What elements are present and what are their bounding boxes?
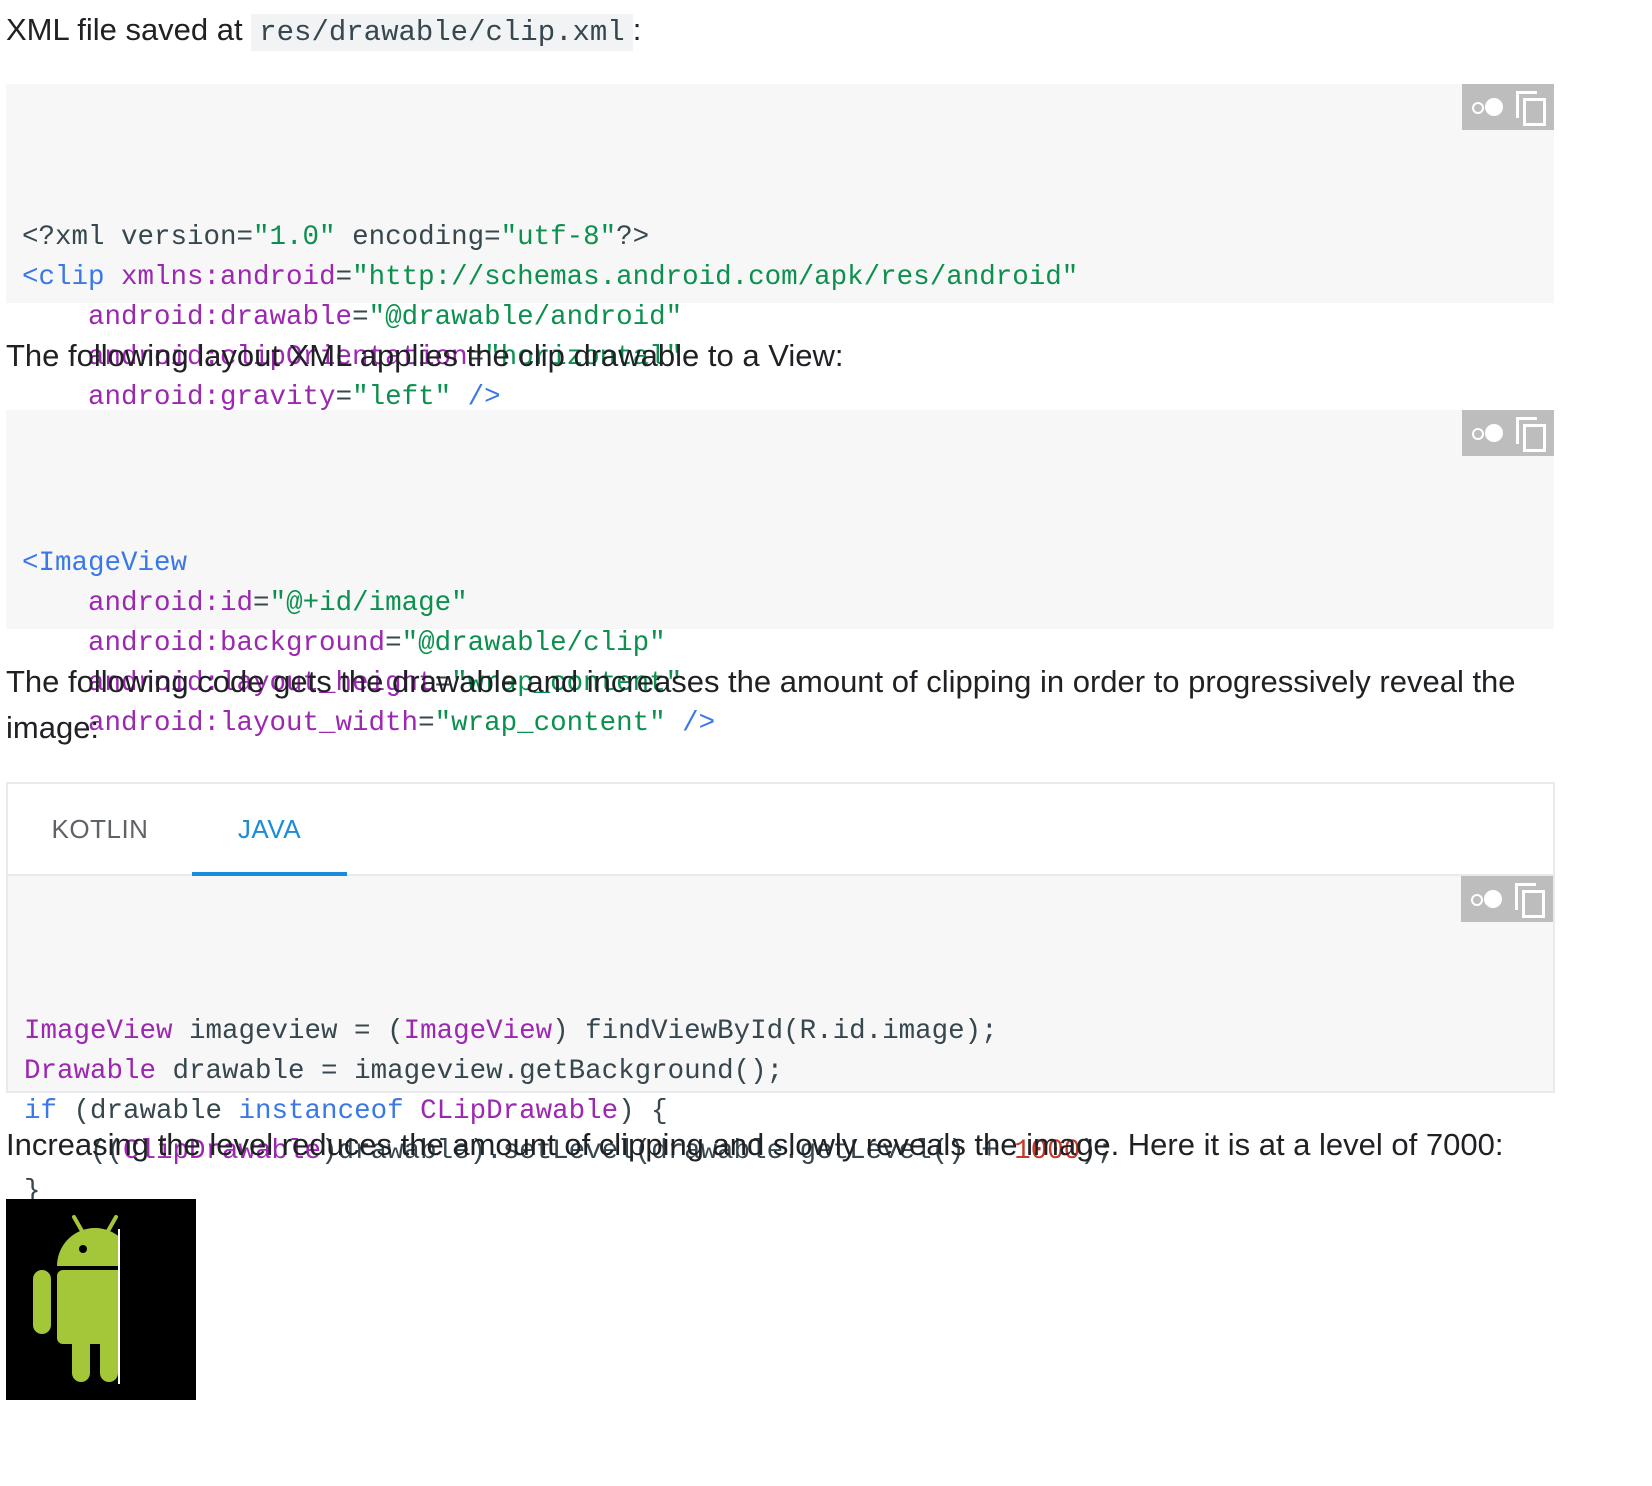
code-token: ) findViewById(R.id.image);: [552, 1016, 998, 1047]
code-lines: ImageView imageview = (ImageView) findVi…: [24, 1012, 1537, 1212]
code-toolbar: [1462, 410, 1554, 456]
toggle-dark-mode-icon[interactable]: [1472, 97, 1506, 117]
code-token: android:id: [22, 588, 254, 619]
code-token: xmlns:android: [121, 262, 336, 293]
language-tabs-panel: KOTLIN JAVA ImageView imageview = (Image…: [6, 782, 1555, 1207]
code-token: imageview = (: [172, 1016, 404, 1047]
code-token: =: [385, 628, 402, 659]
code-toolbar: [1462, 84, 1554, 130]
code-line: <ImageView: [22, 544, 1538, 584]
tab-kotlin[interactable]: KOTLIN: [8, 784, 192, 874]
code-token: android:background: [22, 628, 386, 659]
code-token: =: [253, 588, 270, 619]
tab-java[interactable]: JAVA: [192, 784, 347, 876]
code-token: "@+id/image": [269, 588, 468, 619]
tab-bar: KOTLIN JAVA: [8, 784, 1553, 876]
layout-xml-code-block[interactable]: <ImageView android:id="@+id/image" andro…: [6, 410, 1554, 739]
code-token: "http://schemas.android.com/apk/res/andr…: [352, 262, 1079, 293]
code-token: =: [352, 302, 369, 333]
code-token: android:drawable: [22, 302, 353, 333]
code-line: <?xml version="1.0" encoding="utf-8"?>: [22, 218, 1538, 258]
layout-intro-text: The following layout XML applies the cli…: [6, 338, 844, 373]
code-lines: <ImageView android:id="@+id/image" andro…: [22, 544, 1538, 744]
code-token: "utf-8": [500, 222, 617, 253]
code-token: "wrap_content": [434, 708, 666, 739]
copy-icon[interactable]: [1516, 91, 1546, 126]
copy-icon[interactable]: [1516, 417, 1546, 452]
toggle-dark-mode-icon[interactable]: [1472, 423, 1506, 443]
code-line: android:layout_width="wrap_content" />: [22, 704, 1538, 744]
intro-suffix: :: [632, 12, 642, 47]
code-token: =: [335, 262, 353, 293]
code-line: ImageView imageview = (ImageView) findVi…: [24, 1012, 1537, 1052]
code-token: ImageView: [403, 1016, 553, 1047]
code-token: ?>: [616, 222, 650, 253]
code-intro-line-1: The following code gets the drawable and…: [6, 664, 1516, 699]
code-token: "@drawable/clip": [401, 628, 666, 659]
code-token: />: [665, 708, 716, 739]
code-token: <?xml version=: [22, 222, 254, 253]
code-token: "@drawable/android": [368, 302, 683, 333]
copy-icon[interactable]: [1515, 883, 1545, 918]
code-token: ImageView: [24, 1016, 173, 1047]
code-line: }: [24, 1172, 1537, 1212]
code-intro-line-2: image:: [6, 710, 100, 745]
code-token: encoding=: [335, 222, 501, 253]
code-token: android:gravity: [22, 382, 336, 413]
toggle-dark-mode-icon[interactable]: [1471, 889, 1505, 909]
code-token: />: [451, 382, 501, 413]
android-robot-icon: [33, 1215, 120, 1384]
code-token: "1.0": [253, 222, 336, 253]
intro-paragraph: XML file saved at res/drawable/clip.xml:: [6, 6, 641, 57]
code-token: <clip: [22, 262, 122, 293]
code-line: <clip xmlns:android="http://schemas.andr…: [22, 258, 1538, 298]
code-token: "left": [352, 382, 452, 413]
level-note-text: Increasing the level reduces the amount …: [6, 1127, 1504, 1162]
java-code-block[interactable]: ImageView imageview = (ImageView) findVi…: [8, 876, 1553, 1207]
clip-xml-code-block[interactable]: <?xml version="1.0" encoding="utf-8"?> <c…: [6, 84, 1554, 413]
code-token: Drawable: [24, 1056, 157, 1087]
code-token: =: [418, 708, 435, 739]
code-toolbar: [1461, 876, 1553, 922]
file-path-code: res/drawable/clip.xml: [251, 14, 633, 51]
intro-prefix: XML file saved at: [6, 12, 252, 47]
code-lines: <?xml version="1.0" encoding="utf-8"?> <c…: [22, 218, 1538, 418]
code-line: Drawable drawable = imageview.getBackgro…: [24, 1052, 1537, 1092]
code-token: =: [335, 382, 353, 413]
code-line: android:id="@+id/image": [22, 584, 1538, 624]
code-token: <ImageView: [22, 548, 188, 579]
code-token: drawable = imageview.getBackground();: [156, 1056, 784, 1087]
android-robot-clipped-image: [6, 1199, 196, 1400]
